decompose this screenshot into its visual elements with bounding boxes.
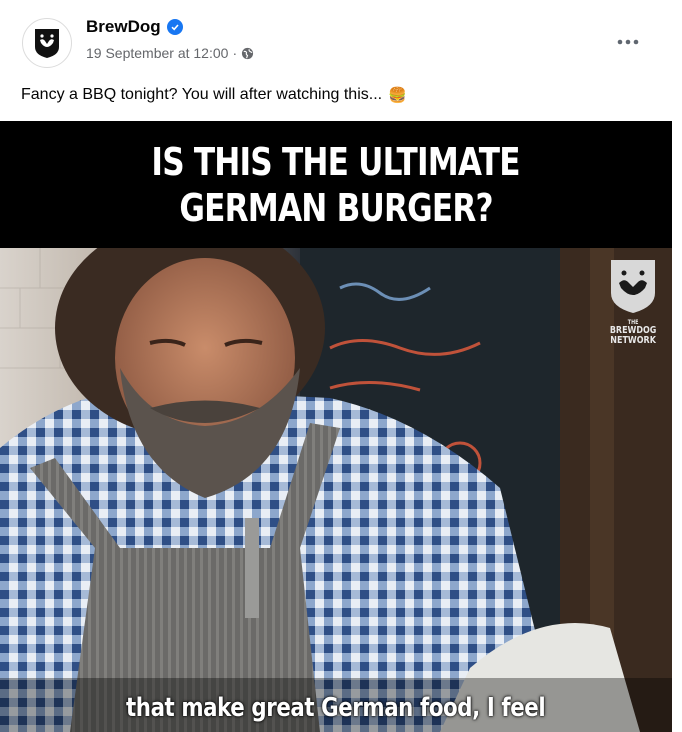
- meta-separator: ·: [232, 45, 238, 61]
- post-meta: 19 September at 12:00 ·: [86, 45, 254, 61]
- brewdog-network-logo-icon: [611, 260, 655, 313]
- video-subtitle: that make great German food, I feel: [0, 693, 672, 723]
- more-options-button[interactable]: [610, 24, 646, 60]
- page-name-row: BrewDog: [86, 17, 183, 37]
- burger-emoji: 🍔: [388, 87, 407, 104]
- watermark-text: THE BREWDOG NETWORK: [610, 319, 657, 346]
- facebook-post: BrewDog 19 September at 12:00 · Fancy a …: [0, 0, 682, 732]
- post-caption: Fancy a BBQ tonight? You will after watc…: [21, 86, 407, 104]
- globe-icon: [241, 47, 254, 60]
- video-title-line-1: IS THIS THE ULTIMATE: [151, 139, 521, 184]
- brewdog-network-watermark: THE BREWDOG NETWORK: [604, 257, 662, 346]
- video-player[interactable]: IS THIS THE ULTIMATE GERMAN BURGER? THE …: [0, 121, 672, 732]
- post-header: BrewDog 19 September at 12:00 ·: [0, 0, 682, 80]
- feed-gutter: [672, 121, 682, 732]
- caption-text: Fancy a BBQ tonight? You will after watc…: [21, 86, 383, 103]
- subtitle-text: that make great German food, I feel: [126, 693, 546, 723]
- video-title-band: IS THIS THE ULTIMATE GERMAN BURGER?: [0, 121, 672, 248]
- verified-badge-icon: [166, 19, 183, 35]
- watermark-line-3: NETWORK: [610, 335, 656, 346]
- video-frame: [0, 248, 672, 732]
- page-avatar[interactable]: [22, 18, 72, 68]
- more-options-icon: [617, 39, 639, 45]
- page-name-link[interactable]: BrewDog: [86, 17, 161, 37]
- brewdog-logo-icon: [35, 29, 59, 58]
- post-timestamp[interactable]: 19 September at 12:00: [86, 45, 228, 61]
- video-title-line-2: GERMAN BURGER?: [179, 185, 493, 230]
